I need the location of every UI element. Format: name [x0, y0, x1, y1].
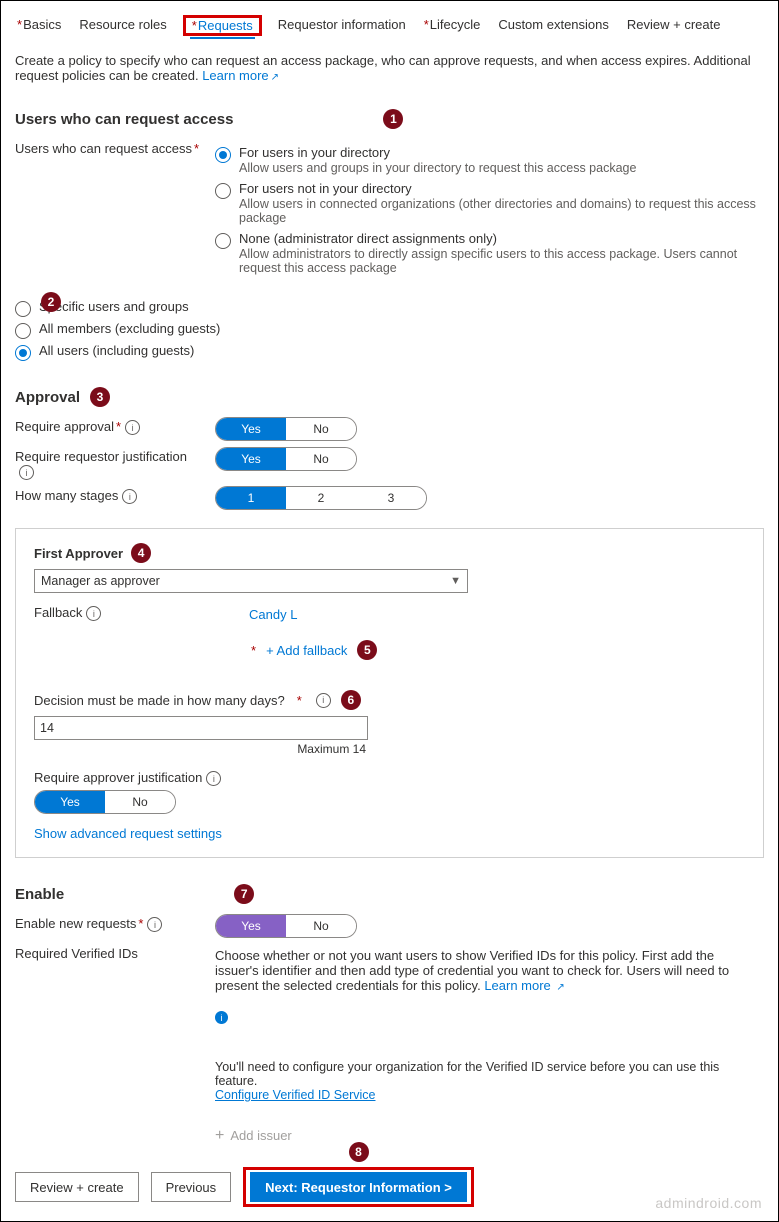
toggle-yes[interactable]: Yes [216, 448, 286, 470]
previous-button[interactable]: Previous [151, 1172, 232, 1202]
annotation-2: 2 [41, 292, 61, 312]
section-approval: Approval 3 [15, 387, 764, 407]
annotation-3: 3 [90, 387, 110, 407]
days-input[interactable]: 14 [34, 716, 368, 740]
opt1-desc: Allow users and groups in your directory… [239, 161, 636, 175]
days-label: Decision must be made in how many days? [34, 693, 285, 708]
highlight-next-button: 8 Next: Requestor Information > [243, 1167, 474, 1207]
annotation-5: 5 [357, 640, 377, 660]
info-icon[interactable]: i [206, 771, 221, 786]
toggle-no[interactable]: No [286, 418, 356, 440]
info-icon[interactable]: i [122, 489, 137, 504]
plus-icon: + [215, 1131, 224, 1141]
toggle-stages[interactable]: 1 2 3 [215, 486, 427, 510]
opt2-desc: Allow users in connected organizations (… [239, 197, 764, 225]
watermark: admindroid.com [655, 1195, 762, 1211]
wizard-tabs: *Basics Resource roles *Requests Request… [15, 9, 764, 41]
approver-just-label: Require approver justification [34, 770, 202, 785]
fallback-label: Fallback [34, 605, 82, 620]
radio-directory-users[interactable] [215, 147, 231, 163]
info-icon[interactable]: i [147, 917, 162, 932]
configure-verified-link[interactable]: Configure Verified ID Service [215, 1088, 376, 1102]
toggle-yes[interactable]: Yes [216, 418, 286, 440]
chevron-down-icon: ▼ [450, 575, 461, 587]
toggle-no[interactable]: No [105, 791, 175, 813]
toggle-no[interactable]: No [286, 448, 356, 470]
first-approver-title: First Approver [34, 546, 123, 561]
annotation-4: 4 [131, 543, 151, 563]
enable-label: Enable new requests [15, 916, 136, 931]
opt1-label: For users in your directory [239, 145, 636, 160]
scope2: All members (excluding guests) [39, 321, 220, 336]
requestor-just-label: Require requestor justification [15, 449, 187, 464]
annotation-1: 1 [383, 109, 403, 129]
intro-text: Create a policy to specify who can reque… [15, 53, 764, 83]
approver-value: Manager as approver [41, 574, 160, 588]
first-approver-box: First Approver 4 Manager as approver ▼ Fa… [15, 528, 764, 858]
toggle-no[interactable]: No [286, 915, 356, 937]
annotation-7: 7 [234, 884, 254, 904]
scope3: All users (including guests) [39, 343, 194, 358]
toggle-yes[interactable]: Yes [35, 791, 105, 813]
highlight-requests-tab: *Requests [183, 15, 262, 36]
section-users: Users who can request access 1 [15, 109, 764, 129]
tab-resource-roles[interactable]: Resource roles [77, 15, 168, 36]
radio-specific-users[interactable] [15, 301, 31, 317]
tab-basics[interactable]: *Basics [15, 15, 63, 36]
toggle-approver-just[interactable]: Yes No [34, 790, 176, 814]
verified-hint: You'll need to configure your organizati… [215, 1060, 719, 1088]
radio-none-admin[interactable] [215, 233, 231, 249]
tab-custom-extensions[interactable]: Custom extensions [496, 15, 611, 36]
fallback-user[interactable]: Candy L [249, 607, 377, 622]
tab-review-create[interactable]: Review + create [625, 15, 723, 36]
info-solid-icon: i [215, 1011, 228, 1024]
tab-lifecycle[interactable]: *Lifecycle [422, 15, 483, 36]
stage-1[interactable]: 1 [216, 487, 286, 509]
verified-learn-more[interactable]: Learn more ↗ [484, 978, 565, 993]
learn-more-link[interactable]: Learn more↗ [202, 68, 279, 83]
radio-not-in-directory[interactable] [215, 183, 231, 199]
toggle-requestor-just[interactable]: Yes No [215, 447, 357, 471]
add-issuer-button: +Add issuer [215, 1128, 764, 1143]
approver-select[interactable]: Manager as approver ▼ [34, 569, 468, 593]
annotation-8: 8 [349, 1142, 369, 1162]
section-enable: Enable 7 [15, 884, 764, 904]
info-icon[interactable]: i [125, 420, 140, 435]
info-icon[interactable]: i [86, 606, 101, 621]
add-fallback-link[interactable]: + Add fallback [266, 643, 347, 658]
toggle-enable-requests[interactable]: Yes No [215, 914, 357, 938]
next-button[interactable]: Next: Requestor Information > [250, 1172, 467, 1202]
verified-label: Required Verified IDs [15, 946, 138, 961]
annotation-6: 6 [341, 690, 361, 710]
radio-all-users[interactable] [15, 345, 31, 361]
info-icon[interactable]: i [19, 465, 34, 480]
stage-3[interactable]: 3 [356, 487, 426, 509]
users-label: Users who can request access [15, 141, 192, 156]
verified-desc: Choose whether or not you want users to … [215, 948, 729, 993]
tab-requestor-info[interactable]: Requestor information [276, 15, 408, 36]
tab-requests[interactable]: *Requests [190, 16, 255, 39]
opt3-desc: Allow administrators to directly assign … [239, 247, 764, 275]
info-icon[interactable]: i [316, 693, 331, 708]
radio-all-members[interactable] [15, 323, 31, 339]
scope1: Specific users and groups [39, 299, 189, 314]
opt2-label: For users not in your directory [239, 181, 764, 196]
days-max: Maximum 14 [34, 742, 366, 756]
stages-label: How many stages [15, 488, 118, 503]
toggle-yes[interactable]: Yes [216, 915, 286, 937]
review-create-button[interactable]: Review + create [15, 1172, 139, 1202]
advanced-settings-link[interactable]: Show advanced request settings [34, 826, 222, 841]
toggle-require-approval[interactable]: Yes No [215, 417, 357, 441]
opt3-label: None (administrator direct assignments o… [239, 231, 764, 246]
stage-2[interactable]: 2 [286, 487, 356, 509]
require-approval-label: Require approval [15, 419, 114, 434]
